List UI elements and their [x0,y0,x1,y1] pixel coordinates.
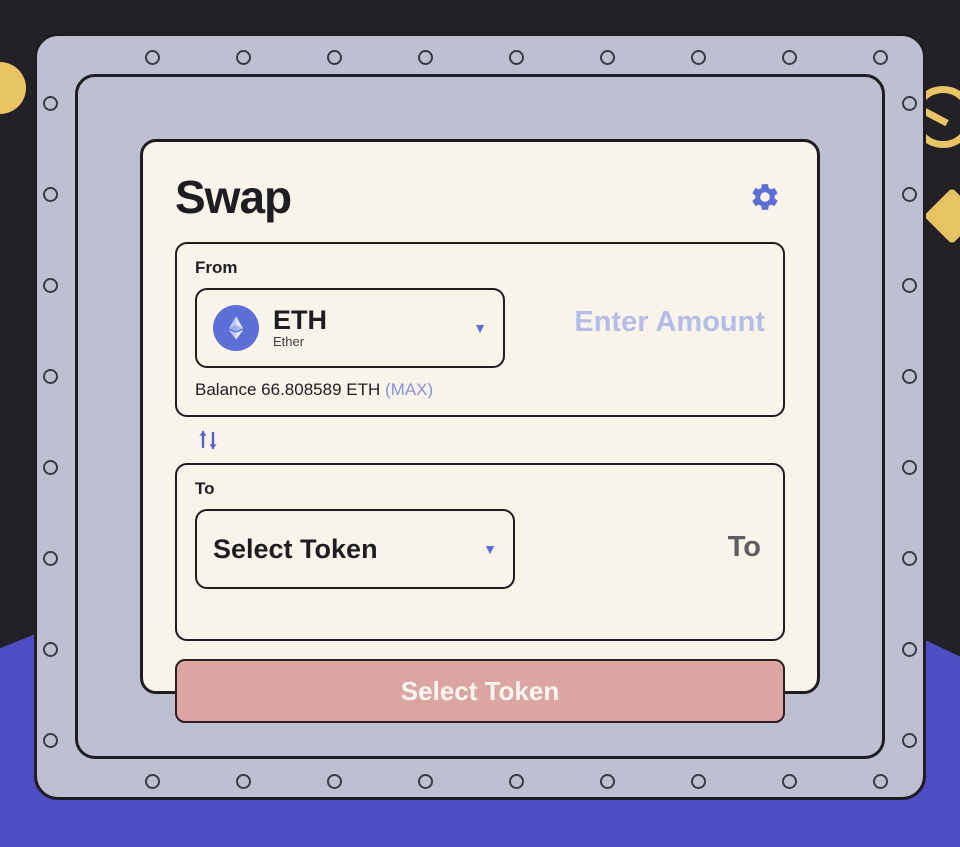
rivet [691,774,706,789]
rivet [902,96,917,111]
rivet [600,50,615,65]
rivet [902,278,917,293]
rivet [418,50,433,65]
rivet [43,733,58,748]
rivet [43,187,58,202]
rivet [902,460,917,475]
from-token-selector[interactable]: ETH Ether ▼ [195,288,505,368]
ethereum-logo-icon [213,305,259,351]
swap-direction-row [175,417,785,463]
max-button[interactable]: (MAX) [385,380,433,399]
swap-card-header: Swap [175,174,785,220]
swap-direction-button[interactable] [191,423,225,457]
from-panel: From ETH Ether ▼ Enter Amount Balance 66… [175,242,785,417]
rivet [691,50,706,65]
background-gold-circle-icon [0,62,26,114]
page-title: Swap [175,171,292,223]
rivet [43,278,58,293]
rivet [902,642,917,657]
rivet [509,50,524,65]
balance-prefix: Balance [195,380,257,399]
from-token-symbol: ETH [273,305,327,336]
chevron-down-icon: ▼ [473,320,487,336]
to-panel-row: Select Token ▼ To [195,509,765,589]
rivet [418,774,433,789]
rivet [509,774,524,789]
to-label: To [195,479,215,498]
swap-vertical-arrows-icon [199,430,217,450]
rivet [327,50,342,65]
to-token-selector[interactable]: Select Token ▼ [195,509,515,589]
rivet [902,187,917,202]
rivet [236,774,251,789]
rivet [600,774,615,789]
rivet [902,369,917,384]
rivet [902,733,917,748]
device-frame-inner: Swap From ETH Ether ▼ Enter Amount Balan… [75,74,885,759]
background-gold-diamond-icon [923,187,960,245]
chevron-down-icon: ▼ [483,541,497,557]
rivet [43,460,58,475]
balance-symbol: ETH [346,380,381,399]
balance-value: 66.808589 [261,380,342,399]
rivet [43,551,58,566]
from-label: From [195,258,238,277]
rivet [782,50,797,65]
to-token-placeholder: Select Token [213,533,378,564]
from-panel-row: ETH Ether ▼ [195,288,765,368]
rivet [327,774,342,789]
from-balance-line: Balance 66.808589 ETH (MAX) [195,380,765,400]
settings-button[interactable] [745,177,785,217]
to-amount-readout: To [727,531,761,563]
swap-card: Swap From ETH Ether ▼ Enter Amount Balan… [140,139,820,723]
rivet [782,774,797,789]
rivet [43,642,58,657]
rivet [873,774,888,789]
from-amount-input[interactable] [505,288,765,339]
rivet [145,774,160,789]
rivet [43,369,58,384]
to-panel: To Select Token ▼ To [175,463,785,641]
rivet [145,50,160,65]
gear-icon [752,184,778,210]
from-token-fullname: Ether [273,334,305,350]
select-token-button[interactable]: Select Token [175,659,785,723]
rivet [236,50,251,65]
from-token-names: ETH Ether [273,306,459,350]
rivet [873,50,888,65]
device-frame-outer: Swap From ETH Ether ▼ Enter Amount Balan… [34,33,926,800]
rivet [902,551,917,566]
ethereum-diamond-icon [228,316,244,340]
rivet [43,96,58,111]
